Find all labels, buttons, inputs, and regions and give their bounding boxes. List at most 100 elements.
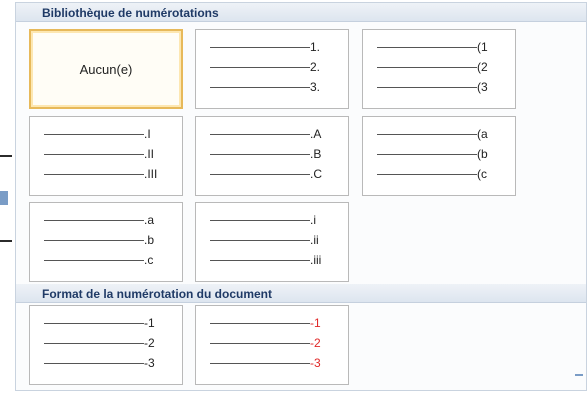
number-label: -2: [144, 336, 155, 350]
number-label: .iii: [310, 253, 322, 267]
document-ruler-mark: [0, 240, 12, 242]
line-rule: [377, 134, 477, 135]
numbering-option-alpha-upper[interactable]: .A .B .C: [195, 116, 349, 196]
numbering-line: -2: [44, 336, 168, 350]
line-rule: [210, 260, 310, 261]
number-label: .a: [144, 213, 155, 227]
line-rule: [377, 67, 477, 68]
numbering-line: .I: [44, 127, 168, 141]
line-rule: [210, 343, 310, 344]
number-label: .C: [310, 167, 322, 181]
document-margin-marker: [0, 191, 8, 205]
numbering-line: 3.: [210, 80, 334, 94]
numbering-line: -1: [44, 316, 168, 330]
document-ruler-mark: [0, 155, 12, 157]
line-rule: [44, 220, 144, 221]
line-rule: [377, 154, 477, 155]
line-rule: [44, 240, 144, 241]
line-rule: [377, 47, 477, 48]
numbering-gallery-panel: Bibliothèque de numérotations Aucun(e) 1…: [15, 2, 587, 391]
number-label: -1: [310, 316, 321, 330]
number-label: 2.: [310, 60, 321, 74]
numbering-line: -2: [210, 336, 334, 350]
number-label: (3: [477, 80, 488, 94]
number-label: -2: [310, 336, 321, 350]
number-label: -1: [144, 316, 155, 330]
line-rule: [210, 240, 310, 241]
number-label: .II: [144, 147, 155, 161]
numbering-line: (1: [377, 40, 501, 54]
numbering-option-alpha-lower-paren[interactable]: (a (b (c: [362, 116, 516, 196]
document-format-option-2[interactable]: -1 -2 -3: [195, 305, 349, 385]
numbering-line: .C: [210, 167, 334, 181]
numbering-line: .III: [44, 167, 168, 181]
numbering-line: .a: [44, 213, 168, 227]
number-label: .c: [144, 253, 154, 267]
line-rule: [210, 87, 310, 88]
line-rule: [44, 343, 144, 344]
numbering-line: .II: [44, 147, 168, 161]
numbering-option-roman-upper[interactable]: .I .II .III: [29, 116, 183, 196]
number-label: (1: [477, 40, 488, 54]
number-label: .III: [144, 167, 158, 181]
line-rule: [44, 323, 144, 324]
numbering-line: (c: [377, 167, 501, 181]
line-rule: [210, 363, 310, 364]
line-rule: [210, 67, 310, 68]
numbering-line: -1: [210, 316, 334, 330]
numbering-line: (a: [377, 127, 501, 141]
line-rule: [210, 174, 310, 175]
numbering-line: .A: [210, 127, 334, 141]
document-format-option-1[interactable]: -1 -2 -3: [29, 305, 183, 385]
numbering-line: (2: [377, 60, 501, 74]
document-format-section-title: Format de la numérotation du document: [42, 287, 273, 301]
number-label: -3: [310, 356, 321, 370]
numbering-line: .b: [44, 233, 168, 247]
line-rule: [210, 134, 310, 135]
numbering-option-arabic-dot[interactable]: 1. 2. 3.: [195, 29, 349, 109]
numbering-option-alpha-lower-dot[interactable]: .a .b .c: [29, 202, 183, 282]
number-label: .i: [310, 213, 316, 227]
number-label: .ii: [310, 233, 319, 247]
number-label: .b: [144, 233, 155, 247]
line-rule: [44, 174, 144, 175]
line-rule: [377, 174, 477, 175]
numbering-option-roman-lower[interactable]: .i .ii .iii: [195, 202, 349, 282]
numbering-line: -3: [44, 356, 168, 370]
line-rule: [210, 154, 310, 155]
numbering-line: 2.: [210, 60, 334, 74]
line-rule: [44, 260, 144, 261]
numbering-line: .iii: [210, 253, 334, 267]
library-section-header: Bibliothèque de numérotations: [16, 3, 586, 22]
number-label: 1.: [310, 40, 321, 54]
document-format-section-header: Format de la numérotation du document: [16, 284, 586, 303]
numbering-line: (3: [377, 80, 501, 94]
numbering-option-arabic-paren[interactable]: (1 (2 (3: [362, 29, 516, 109]
number-label: 3.: [310, 80, 321, 94]
line-rule: [377, 87, 477, 88]
line-rule: [210, 323, 310, 324]
none-label: Aucun(e): [79, 62, 133, 77]
number-label: (2: [477, 60, 488, 74]
library-section-title: Bibliothèque de numérotations: [42, 6, 219, 20]
number-label: .B: [310, 147, 322, 161]
number-label: (b: [477, 147, 488, 161]
numbering-line: .ii: [210, 233, 334, 247]
number-label: .A: [310, 127, 322, 141]
numbering-line: 1.: [210, 40, 334, 54]
number-label: (c: [477, 167, 487, 181]
line-rule: [44, 134, 144, 135]
numbering-option-none[interactable]: Aucun(e): [29, 29, 183, 109]
numbering-line: -3: [210, 356, 334, 370]
number-label: .I: [144, 127, 151, 141]
numbering-line: .i: [210, 213, 334, 227]
line-rule: [44, 363, 144, 364]
line-rule: [210, 220, 310, 221]
numbering-line: .c: [44, 253, 168, 267]
resize-grip-icon[interactable]: [575, 374, 583, 378]
numbering-line: (b: [377, 147, 501, 161]
number-label: -3: [144, 356, 155, 370]
line-rule: [210, 47, 310, 48]
background-document-edge: [0, 0, 15, 393]
numbering-line: .B: [210, 147, 334, 161]
